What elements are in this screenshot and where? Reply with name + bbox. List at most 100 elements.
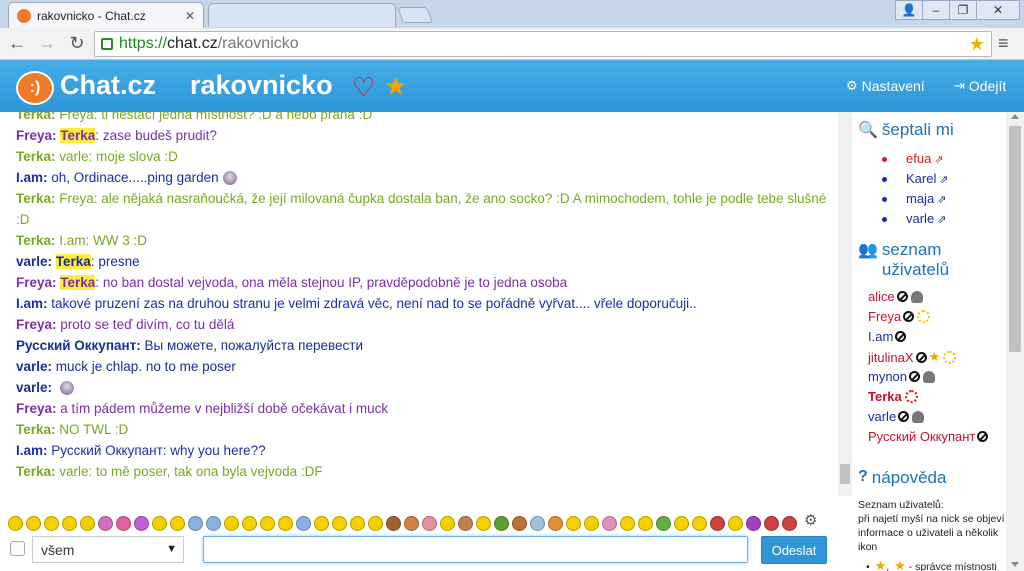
message-nick[interactable]: varle: — [16, 380, 52, 395]
emoji-icon[interactable] — [98, 515, 113, 531]
emoji-icon[interactable] — [368, 515, 383, 531]
private-checkbox[interactable] — [10, 541, 25, 556]
open-window-icon[interactable]: ⇗ — [939, 173, 948, 186]
emoji-icon[interactable] — [152, 515, 167, 531]
emoji-settings-gear-icon[interactable]: ⚙ — [804, 511, 817, 529]
scroll-up-icon[interactable] — [1011, 114, 1019, 119]
user-name[interactable]: alice — [868, 289, 895, 304]
emoji-icon[interactable] — [548, 515, 563, 531]
emoji-icon[interactable] — [584, 515, 599, 531]
recipient-select[interactable]: všem ▼ — [32, 536, 184, 563]
emoji-icon[interactable] — [728, 515, 743, 531]
bookmark-star-icon[interactable]: ★ — [969, 34, 985, 55]
user-name[interactable]: varle — [868, 409, 896, 424]
emoji-icon[interactable] — [746, 515, 761, 531]
user-list-item[interactable]: jitulinaX ★ — [868, 349, 957, 365]
message-nick[interactable]: Freya: — [16, 317, 57, 332]
whisper-item[interactable]: efua ⇗ — [882, 151, 944, 166]
open-window-icon[interactable]: ⇗ — [937, 193, 946, 206]
restore-icon[interactable]: ❐ — [949, 0, 977, 20]
forward-icon[interactable]: → — [34, 31, 60, 57]
emoji-icon[interactable] — [188, 515, 203, 531]
profile-icon[interactable]: 👤 — [895, 0, 923, 20]
emoji-icon[interactable] — [260, 515, 275, 531]
heart-icon[interactable]: ♡ — [352, 72, 375, 103]
message-nick[interactable]: Русский Оккупант: — [16, 338, 141, 353]
message-nick[interactable]: Freya: — [16, 401, 57, 416]
back-icon[interactable]: ← — [4, 31, 30, 57]
emoji-icon[interactable] — [494, 515, 509, 531]
emoji-icon[interactable] — [638, 515, 653, 531]
emoji-icon[interactable] — [332, 515, 347, 531]
user-list-item[interactable]: Freya — [868, 309, 931, 324]
emoji-icon[interactable] — [116, 515, 131, 531]
emoji-icon[interactable] — [782, 515, 797, 531]
emoji-icon[interactable] — [476, 515, 491, 531]
whisper-item[interactable]: Karel ⇗ — [882, 171, 949, 186]
chat-logo-icon[interactable]: :) — [16, 71, 54, 105]
reload-icon[interactable]: ↻ — [64, 31, 90, 57]
browser-tab-inactive[interactable] — [208, 3, 396, 27]
user-name[interactable]: Freya — [868, 309, 901, 324]
emoji-icon[interactable] — [710, 515, 725, 531]
browser-menu-icon[interactable]: ≡ — [998, 33, 1016, 54]
emoji-icon[interactable] — [458, 515, 473, 531]
emoji-icon[interactable] — [170, 515, 185, 531]
scroll-thumb[interactable] — [1009, 126, 1021, 352]
user-list-item[interactable]: Terka — [868, 389, 918, 404]
message-nick[interactable]: varle: — [16, 359, 52, 374]
emoji-icon[interactable] — [206, 515, 221, 531]
emoji-icon[interactable] — [566, 515, 581, 531]
message-nick[interactable]: varle — [16, 254, 48, 269]
user-list-item[interactable]: alice — [868, 289, 923, 304]
close-window-icon[interactable]: ✕ — [976, 0, 1020, 20]
page-scrollbar[interactable] — [1006, 112, 1024, 571]
message-nick[interactable]: Terka: — [16, 149, 56, 164]
user-name[interactable]: mynon — [868, 369, 907, 384]
message-nick[interactable]: Terka: — [16, 191, 56, 206]
emoji-icon[interactable] — [620, 515, 635, 531]
emoji-icon[interactable] — [404, 515, 419, 531]
message-nick[interactable]: Freya — [16, 275, 52, 290]
emoji-icon[interactable] — [512, 515, 527, 531]
scroll-down-icon[interactable] — [1011, 562, 1019, 567]
highlighted-nick[interactable]: Terka — [55, 254, 91, 269]
emoji-icon[interactable] — [656, 515, 671, 531]
new-tab-button[interactable] — [397, 7, 433, 23]
address-bar[interactable]: https:// chat.cz /rakovnicko ★ — [94, 31, 992, 57]
message-nick[interactable]: Freya — [16, 128, 52, 143]
emoji-icon[interactable] — [8, 515, 23, 531]
emoji-icon[interactable] — [674, 515, 689, 531]
user-name[interactable]: Русский Оккупант — [868, 429, 975, 444]
message-nick[interactable]: Terka: — [16, 464, 56, 479]
open-window-icon[interactable]: ⇗ — [937, 213, 946, 226]
highlighted-nick[interactable]: Terka — [60, 128, 96, 143]
send-button[interactable]: Odeslat — [761, 536, 827, 564]
emoji-icon[interactable] — [764, 515, 779, 531]
browser-tab-active[interactable]: rakovnicko - Chat.cz ✕ — [8, 2, 204, 28]
open-window-icon[interactable]: ⇗ — [934, 153, 943, 166]
emoji-icon[interactable] — [80, 515, 95, 531]
emoji-icon[interactable] — [692, 515, 707, 531]
tab-close-icon[interactable]: ✕ — [185, 9, 195, 23]
emoji-icon[interactable] — [530, 515, 545, 531]
whisper-item[interactable]: varle ⇗ — [882, 211, 946, 226]
emoji-icon[interactable] — [134, 515, 149, 531]
message-scrollbar[interactable] — [838, 112, 852, 496]
whisper-item[interactable]: maja ⇗ — [882, 191, 946, 206]
emoji-icon[interactable] — [242, 515, 257, 531]
settings-link[interactable]: ⚙ Nastavení — [846, 78, 925, 94]
emoji-icon[interactable] — [314, 515, 329, 531]
user-list-item[interactable]: varle — [868, 409, 925, 424]
emoji-icon[interactable] — [440, 515, 455, 531]
user-list-item[interactable]: Русский Оккупант — [868, 429, 989, 444]
message-input[interactable] — [203, 536, 748, 563]
minimize-icon[interactable]: – — [922, 0, 950, 20]
emoji-icon[interactable] — [602, 515, 617, 531]
emoji-icon[interactable] — [422, 515, 437, 531]
emoji-icon[interactable] — [44, 515, 59, 531]
user-name[interactable]: Terka — [868, 389, 902, 404]
emoji-icon[interactable] — [296, 515, 311, 531]
user-list-item[interactable]: I.am — [868, 329, 907, 344]
highlighted-nick[interactable]: Terka — [60, 275, 96, 290]
